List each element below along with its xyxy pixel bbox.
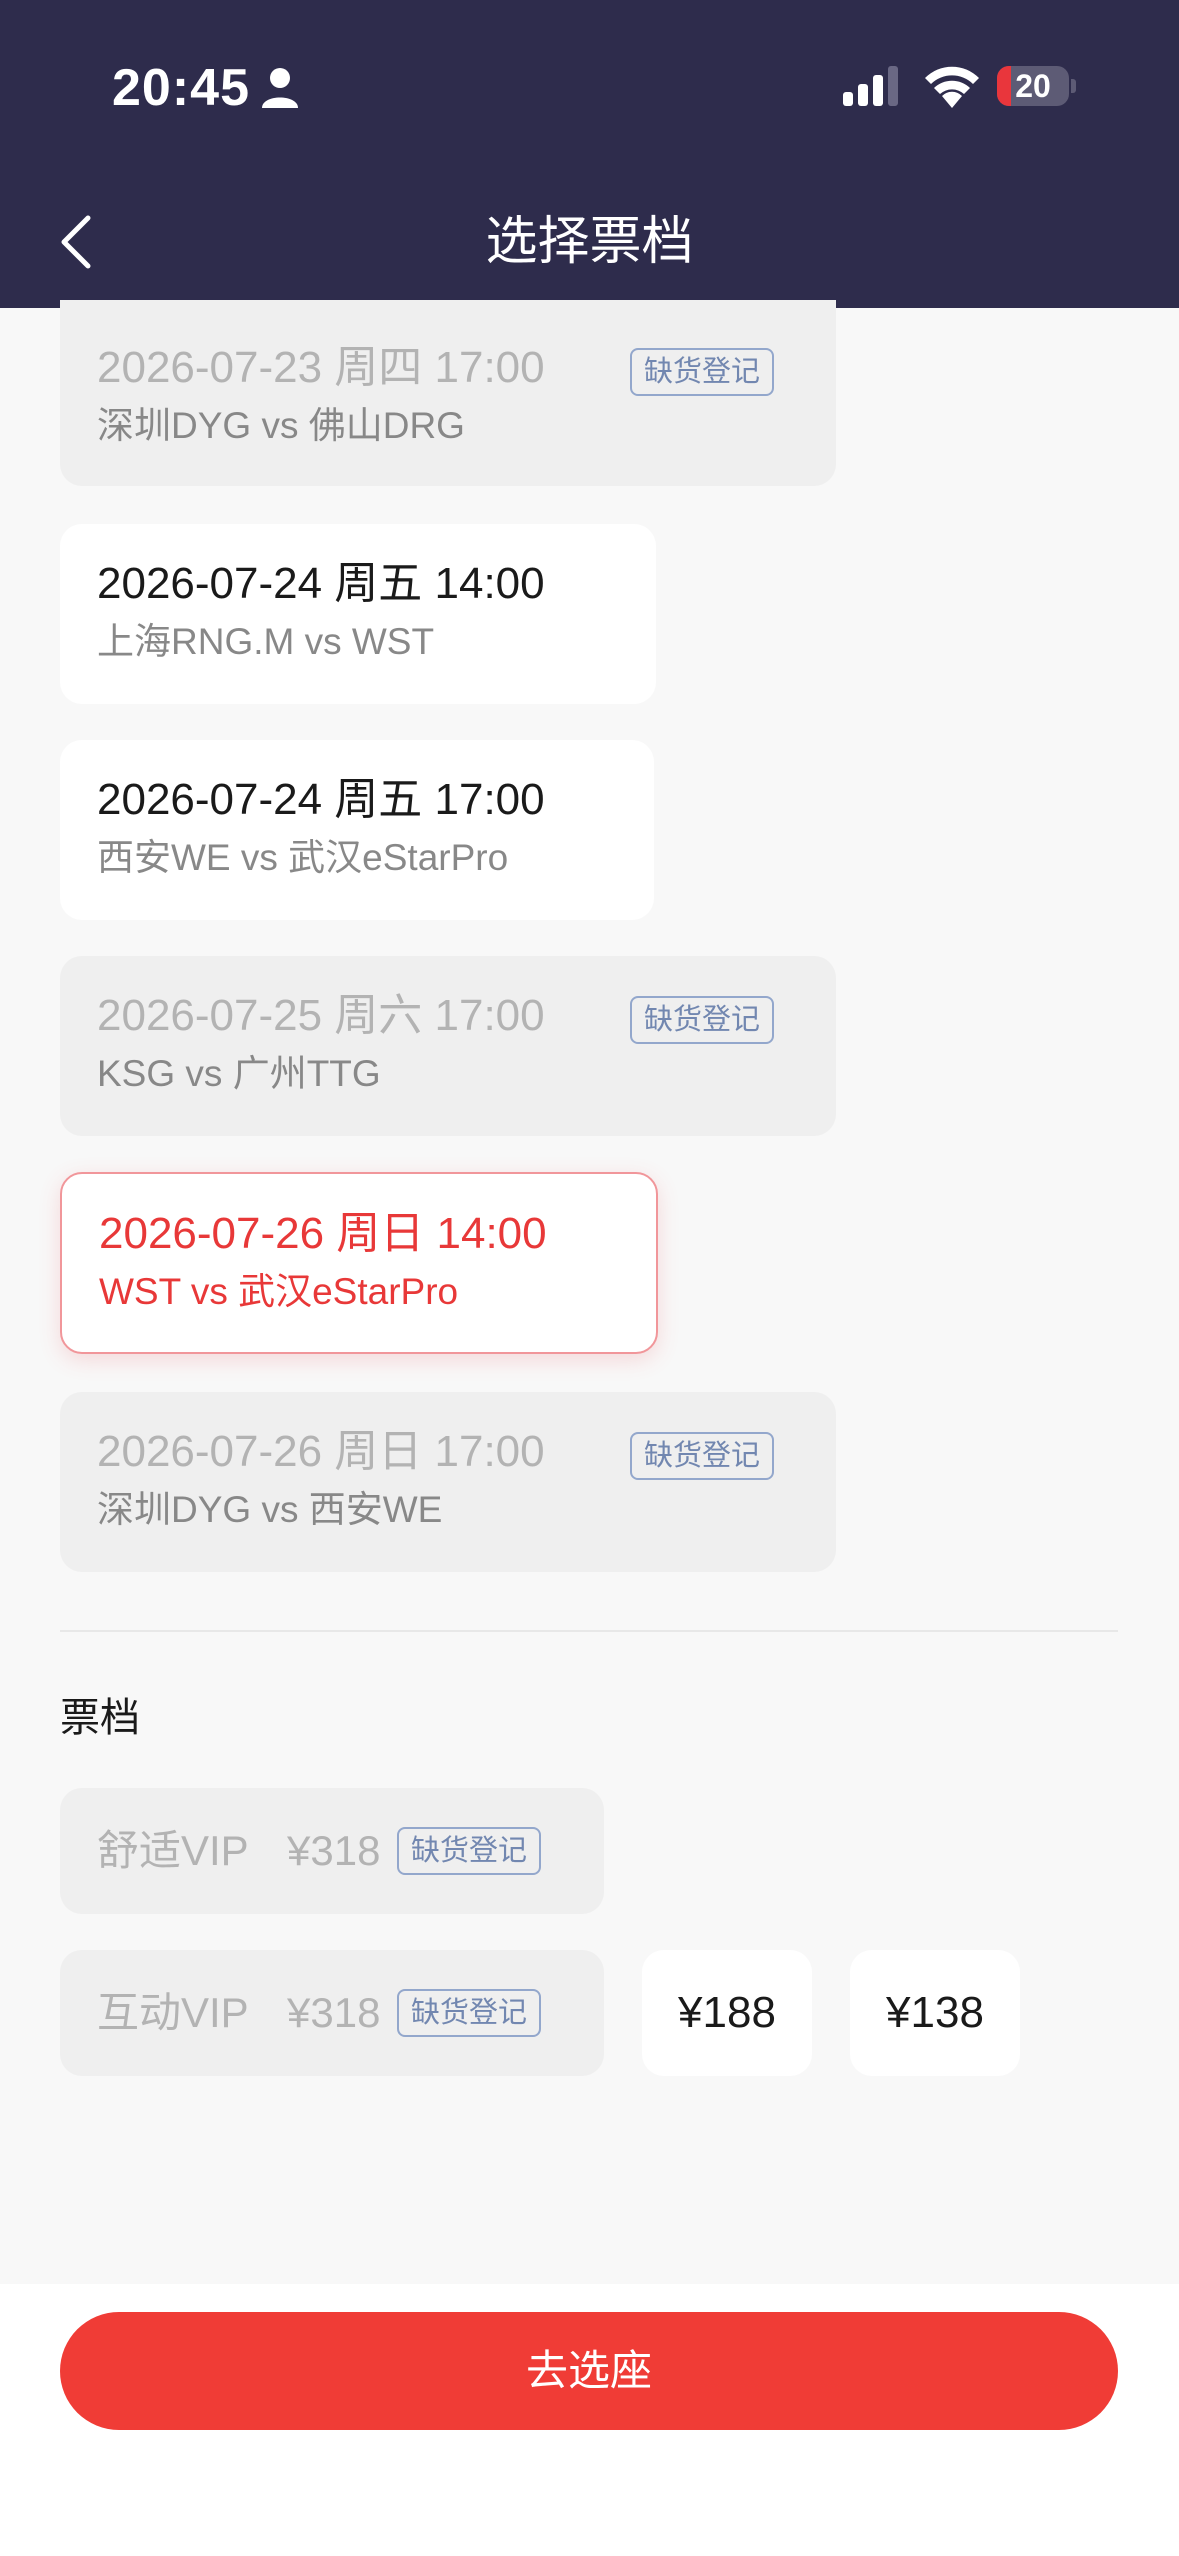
status-time: 20:45 xyxy=(112,56,300,120)
battery-body: 20 xyxy=(997,66,1069,106)
session-date: 2026-07-24 周五 14:00 xyxy=(97,559,545,608)
session-teams: 深圳DYG vs 佛山DRG xyxy=(97,405,465,446)
tier-card[interactable]: ¥138 xyxy=(850,1950,1020,2076)
session-date: 2026-07-23 周四 17:00 xyxy=(97,343,545,392)
session-date: 2026-07-26 周日 17:00 xyxy=(97,1427,545,1476)
session-date: 2026-07-26 周日 14:00 xyxy=(99,1209,547,1258)
cellular-signal-icon xyxy=(843,66,898,106)
page-title: 选择票档 xyxy=(485,213,694,271)
status-time-text: 20:45 xyxy=(112,59,250,117)
person-icon xyxy=(262,68,298,108)
session-teams: WST vs 武汉eStarPro xyxy=(99,1271,459,1312)
tier-name: 舒适VIP xyxy=(97,1827,249,1874)
session-card[interactable]: 2026-07-25 周六 17:00 KSG vs 广州TTG 缺货登记 xyxy=(60,956,836,1136)
soldout-register-badge[interactable]: 缺货登记 xyxy=(630,996,775,1044)
session-card[interactable]: 2026-07-26 周日 17:00 深圳DYG vs 西安WE 缺货登记 xyxy=(60,1392,836,1572)
tier-price: ¥318 xyxy=(287,1989,381,2036)
battery-cap xyxy=(1071,79,1076,93)
tier-name: 互动VIP xyxy=(97,1989,249,2036)
session-card[interactable]: 2026-07-24 周五 14:00 上海RNG.M vs WST xyxy=(60,524,656,704)
wifi-icon xyxy=(925,66,979,108)
tier-price: ¥138 xyxy=(886,1988,984,2037)
top-bar: 20:45 20 选择票档 xyxy=(0,0,1179,308)
tier-card[interactable]: ¥188 xyxy=(642,1950,812,2076)
session-card-selected[interactable]: 2026-07-26 周日 14:00 WST vs 武汉eStarPro xyxy=(60,1172,658,1354)
session-teams: 西安WE vs 武汉eStarPro xyxy=(97,837,509,878)
tier-card[interactable]: 互动VIP ¥318 缺货登记 xyxy=(60,1950,604,2076)
battery-percent: 20 xyxy=(1015,68,1051,104)
tier-card[interactable]: 舒适VIP ¥318 缺货登记 xyxy=(60,1788,604,1914)
session-teams: 深圳DYG vs 西安WE xyxy=(97,1489,443,1530)
session-teams: 上海RNG.M vs WST xyxy=(97,621,435,662)
choose-seat-button[interactable]: 去选座 xyxy=(60,2312,1118,2430)
section-divider xyxy=(60,1630,1118,1632)
session-date: 2026-07-25 周六 17:00 xyxy=(97,991,545,1040)
session-teams: KSG vs 广州TTG xyxy=(97,1053,381,1094)
soldout-register-badge[interactable]: 缺货登记 xyxy=(397,1827,542,1875)
tier-section-heading: 票档 xyxy=(60,1696,140,1740)
soldout-register-badge[interactable]: 缺货登记 xyxy=(630,348,775,396)
tier-price: ¥318 xyxy=(287,1827,381,1874)
tier-price: ¥188 xyxy=(678,1988,776,2037)
session-card[interactable]: 2026-07-23 周四 17:00 深圳DYG vs 佛山DRG 缺货登记 xyxy=(60,300,836,486)
session-date: 2026-07-24 周五 17:00 xyxy=(97,775,545,824)
session-card[interactable]: 2026-07-24 周五 17:00 西安WE vs 武汉eStarPro xyxy=(60,740,654,920)
battery-indicator: 20 xyxy=(997,66,1076,106)
soldout-register-badge[interactable]: 缺货登记 xyxy=(397,1989,542,2037)
soldout-register-badge[interactable]: 缺货登记 xyxy=(630,1432,775,1480)
